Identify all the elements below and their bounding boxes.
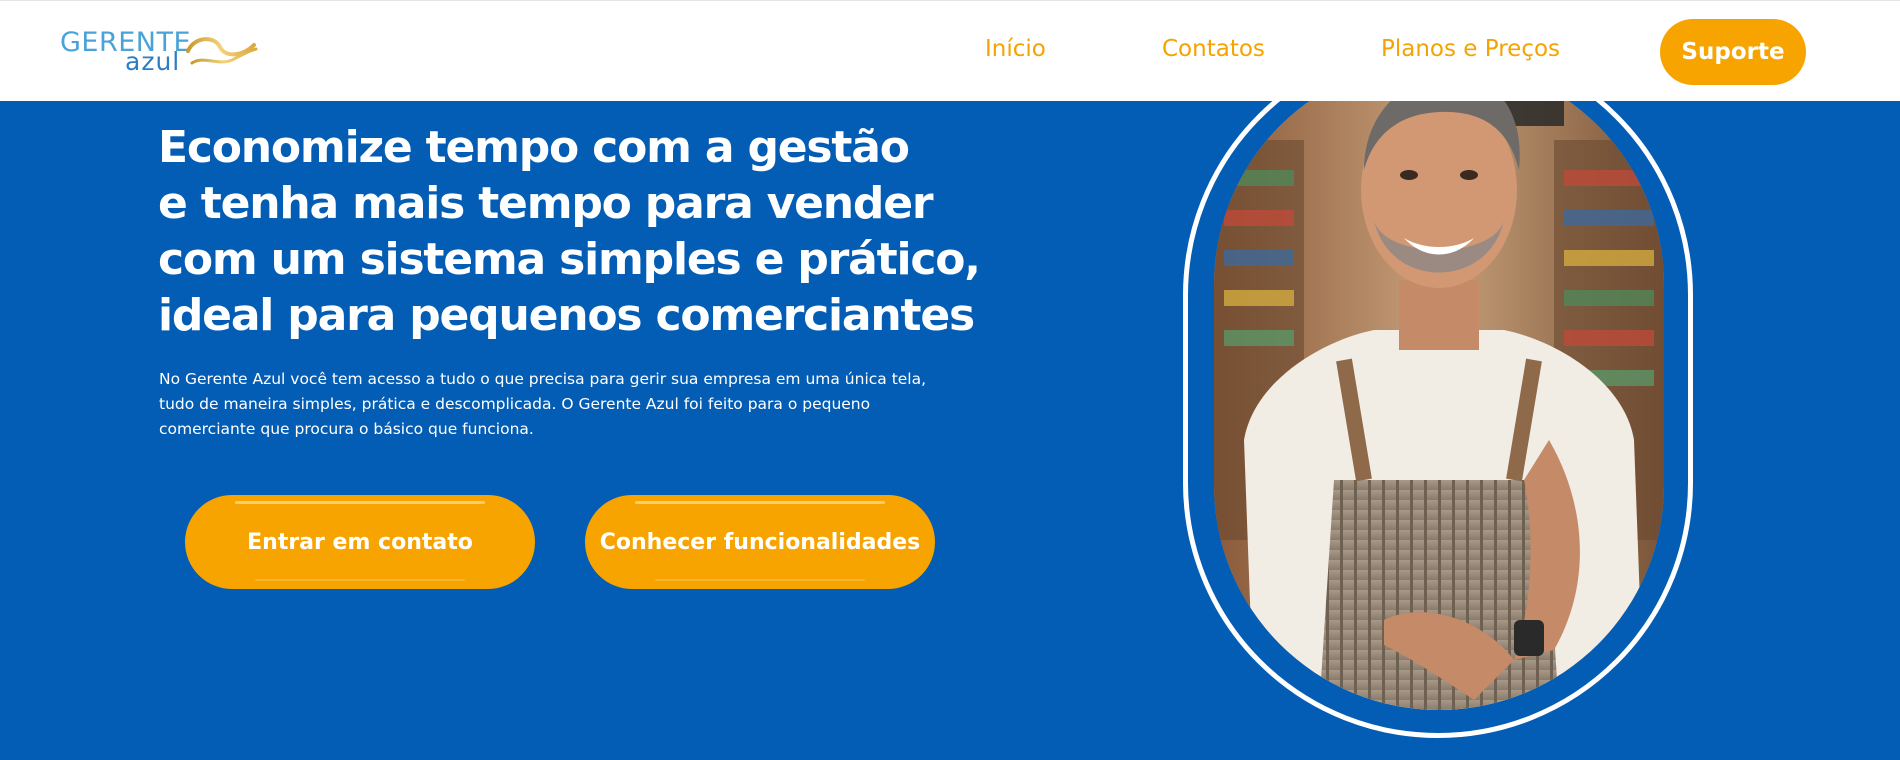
features-button[interactable]: Conhecer funcionalidades <box>585 495 935 589</box>
logo-text-bottom: azul <box>125 47 181 76</box>
hero-title-line: Economize tempo com a gestão <box>158 122 910 173</box>
gerente-azul-logo[interactable]: GERENTE azul <box>58 25 258 77</box>
shopkeeper-illustration <box>1214 60 1664 710</box>
hero-title-line: com um sistema simples e prático, <box>158 234 981 285</box>
hero-description: No Gerente Azul você tem acesso a tudo o… <box>159 367 959 442</box>
hero-title-line: ideal para pequenos comerciantes <box>158 290 975 341</box>
hero-description-line: comerciante que procura o básico que fun… <box>159 420 534 438</box>
hero-title: Economize tempo com a gestão e tenha mai… <box>158 120 981 344</box>
landing-page: GERENTE azul Início Contatos Planos e Pr… <box>0 0 1900 760</box>
contact-button-label: Entrar em contato <box>247 529 473 555</box>
nav-link-contatos[interactable]: Contatos <box>1162 36 1265 62</box>
shopkeeper-photo <box>1214 60 1664 710</box>
hero-title-line: e tenha mais tempo para vender <box>158 178 934 229</box>
nav-link-planos-precos[interactable]: Planos e Preços <box>1381 36 1560 62</box>
site-header: GERENTE azul Início Contatos Planos e Pr… <box>0 0 1900 101</box>
nav-link-inicio[interactable]: Início <box>985 36 1046 62</box>
hero-description-line: No Gerente Azul você tem acesso a tudo o… <box>159 370 927 388</box>
hero-description-line: tudo de maneira simples, prática e desco… <box>159 395 871 413</box>
features-button-label: Conhecer funcionalidades <box>599 529 921 555</box>
support-button[interactable]: Suporte <box>1660 19 1806 85</box>
contact-button[interactable]: Entrar em contato <box>185 495 535 589</box>
logo-swoosh-icon <box>186 37 258 65</box>
